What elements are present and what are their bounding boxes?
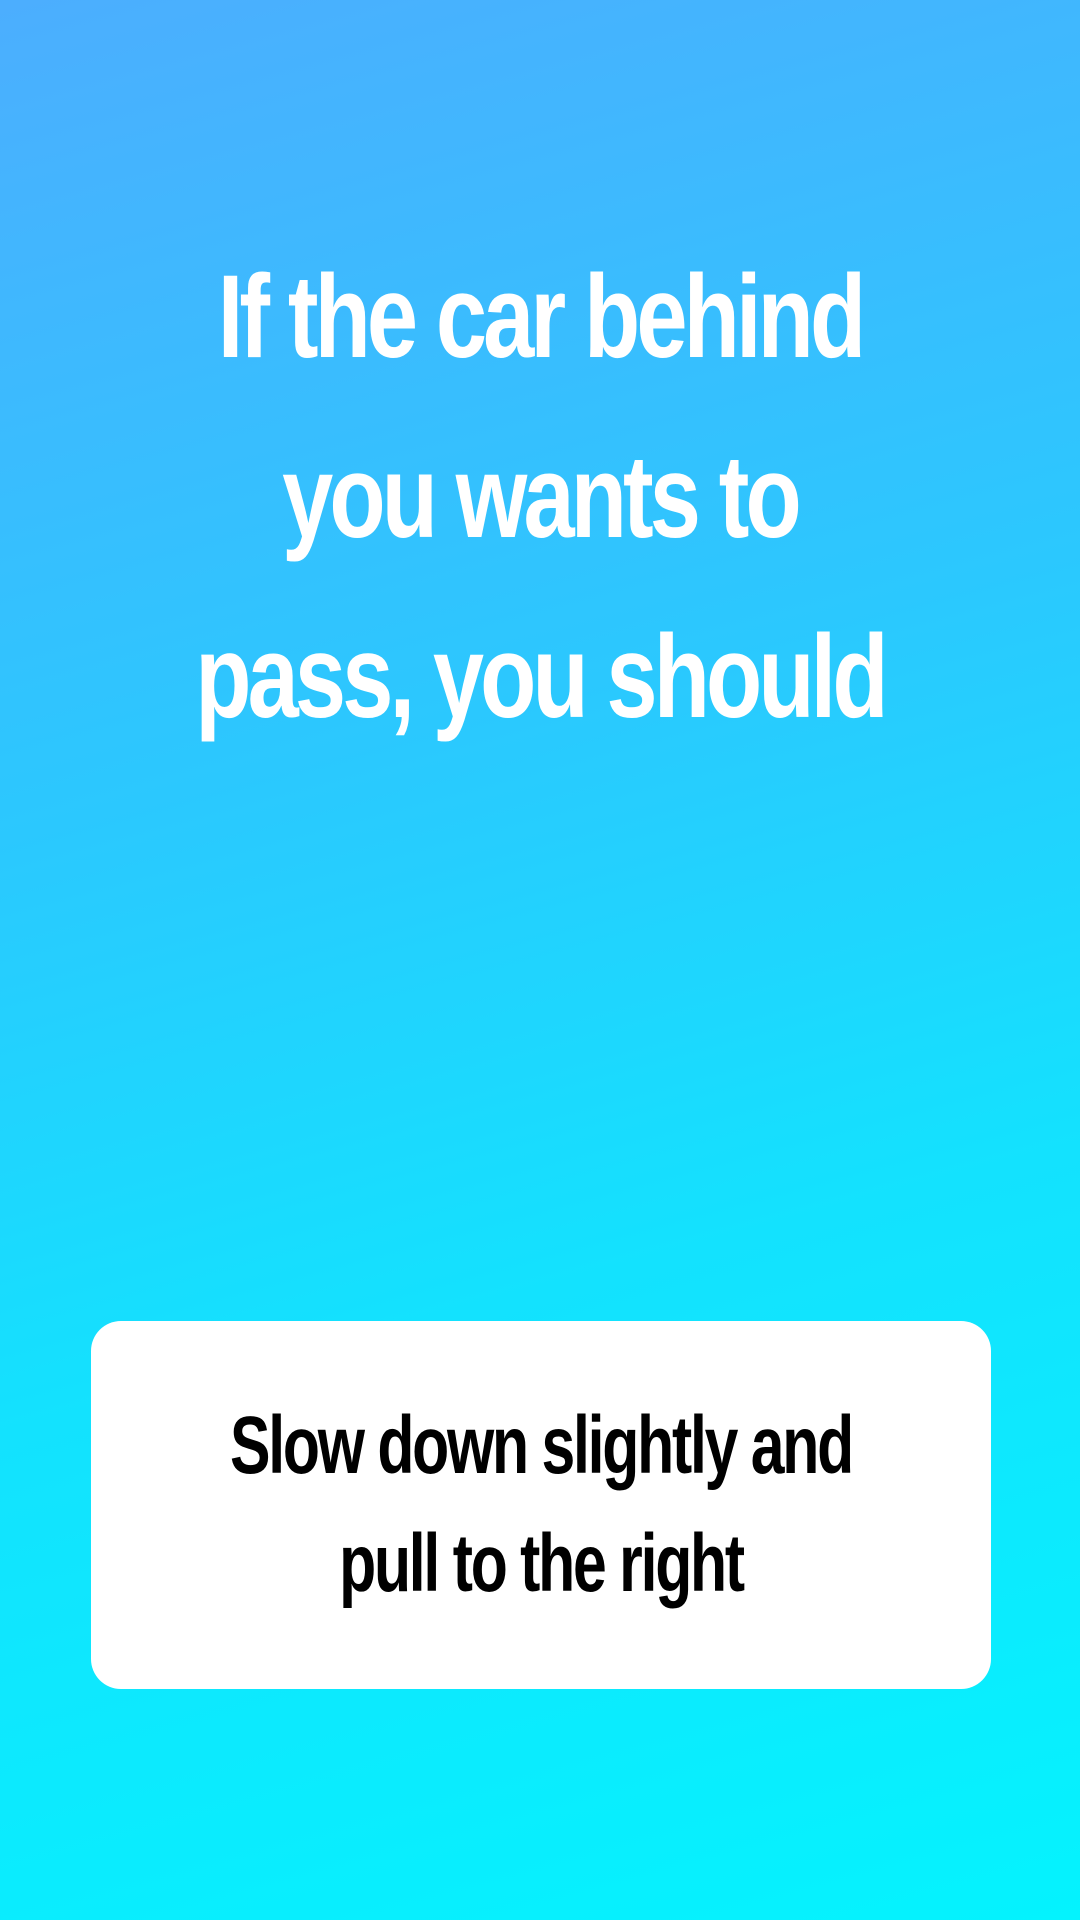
question-text: If the car behind you wants to pass, you… [195,251,888,743]
answer-card[interactable]: Slow down slightly and pull to the right [91,1321,991,1689]
answer-text: Slow down slightly and pull to the right [229,1400,854,1609]
